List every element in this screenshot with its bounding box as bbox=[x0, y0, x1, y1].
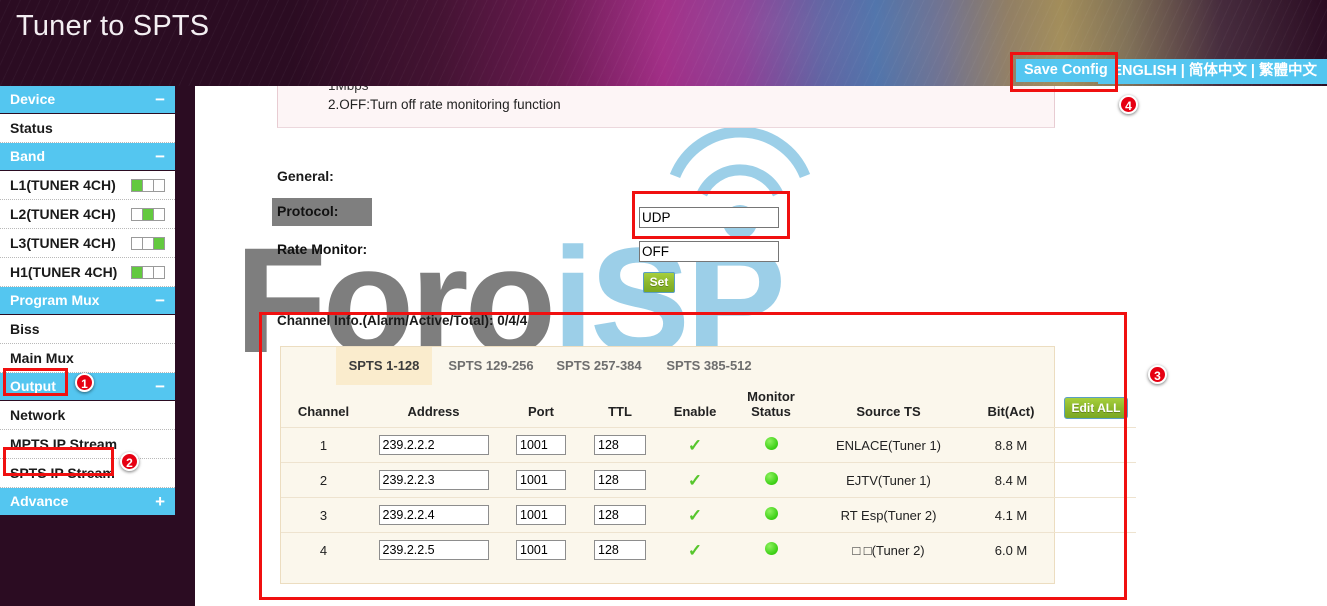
sidebar-item-l2-label: L2(TUNER 4CH) bbox=[10, 205, 116, 222]
tuner-slots-icon bbox=[131, 265, 165, 279]
rate-monitor-label: Rate Monitor: bbox=[277, 241, 368, 257]
annotation-box-channel-table bbox=[259, 312, 1127, 600]
sidebar-item-l1-label: L1(TUNER 4CH) bbox=[10, 176, 116, 193]
annotation-badge-3: 3 bbox=[1148, 365, 1167, 384]
sidebar-item-h1[interactable]: H1(TUNER 4CH) bbox=[0, 258, 175, 287]
sidebar-group-advance[interactable]: Advance + bbox=[0, 488, 175, 515]
annotation-badge-2: 2 bbox=[120, 452, 139, 471]
rate-monitor-help-panel: 1Mbps 2.OFF:Turn off rate monitoring fun… bbox=[277, 86, 1055, 128]
general-section-heading: General: bbox=[277, 168, 334, 184]
sidebar-group-device[interactable]: Device − bbox=[0, 86, 175, 113]
tuner-slots-icon bbox=[131, 178, 165, 192]
tuner-slots-icon bbox=[131, 236, 165, 250]
sidebar-group-band-label: Band bbox=[10, 148, 45, 164]
annotation-badge-4: 4 bbox=[1119, 95, 1138, 114]
sidebar-item-l3-label: L3(TUNER 4CH) bbox=[10, 234, 116, 251]
sidebar-item-l1[interactable]: L1(TUNER 4CH) bbox=[0, 171, 175, 200]
help-line-1: 1Mbps bbox=[328, 86, 369, 93]
rate-monitor-select[interactable]: OFF bbox=[639, 241, 779, 262]
set-button[interactable]: Set bbox=[643, 272, 675, 293]
annotation-box-spts-menu bbox=[3, 447, 114, 476]
sidebar-group-device-label: Device bbox=[10, 91, 56, 107]
sidebar-group-program-mux[interactable]: Program Mux − bbox=[0, 287, 175, 314]
sidebar-group-advance-label: Advance bbox=[10, 493, 69, 509]
annotation-box-output-menu bbox=[3, 368, 68, 396]
sidebar-item-biss[interactable]: Biss bbox=[0, 315, 175, 344]
language-switcher[interactable]: ENGLISH | 简体中文 | 繁體中文 bbox=[1098, 59, 1327, 84]
minus-icon: − bbox=[155, 147, 165, 166]
tuner-slots-icon bbox=[131, 207, 165, 221]
annotation-badge-1: 1 bbox=[75, 373, 94, 392]
minus-icon: − bbox=[155, 90, 165, 109]
sidebar-group-band[interactable]: Band − bbox=[0, 143, 175, 170]
sidebar: Device − Status Band − L1(TUNER 4CH) L2(… bbox=[0, 86, 195, 606]
protocol-label: Protocol: bbox=[277, 203, 339, 219]
minus-icon: − bbox=[155, 291, 165, 310]
annotation-box-save-config bbox=[1010, 52, 1118, 92]
sidebar-item-network[interactable]: Network bbox=[0, 401, 175, 430]
sidebar-item-status-label: Status bbox=[10, 119, 53, 136]
sidebar-item-network-label: Network bbox=[10, 406, 66, 423]
sidebar-item-l2[interactable]: L2(TUNER 4CH) bbox=[0, 200, 175, 229]
sidebar-item-l3[interactable]: L3(TUNER 4CH) bbox=[0, 229, 175, 258]
page-title: Tuner to SPTS bbox=[16, 10, 210, 42]
plus-icon: + bbox=[155, 492, 165, 511]
app-root: Tuner to SPTS Save Config ENGLISH | 简体中文… bbox=[0, 0, 1327, 606]
rate-monitor-select-wrapper[interactable]: OFF ▾ bbox=[639, 241, 779, 262]
help-line-2: 2.OFF:Turn off rate monitoring function bbox=[328, 97, 561, 112]
sidebar-item-biss-label: Biss bbox=[10, 320, 40, 337]
minus-icon: − bbox=[155, 377, 165, 396]
annotation-box-protocol bbox=[632, 191, 790, 239]
sidebar-item-h1-label: H1(TUNER 4CH) bbox=[10, 263, 118, 280]
sidebar-item-status[interactable]: Status bbox=[0, 114, 175, 143]
sidebar-group-program-mux-label: Program Mux bbox=[10, 292, 100, 308]
